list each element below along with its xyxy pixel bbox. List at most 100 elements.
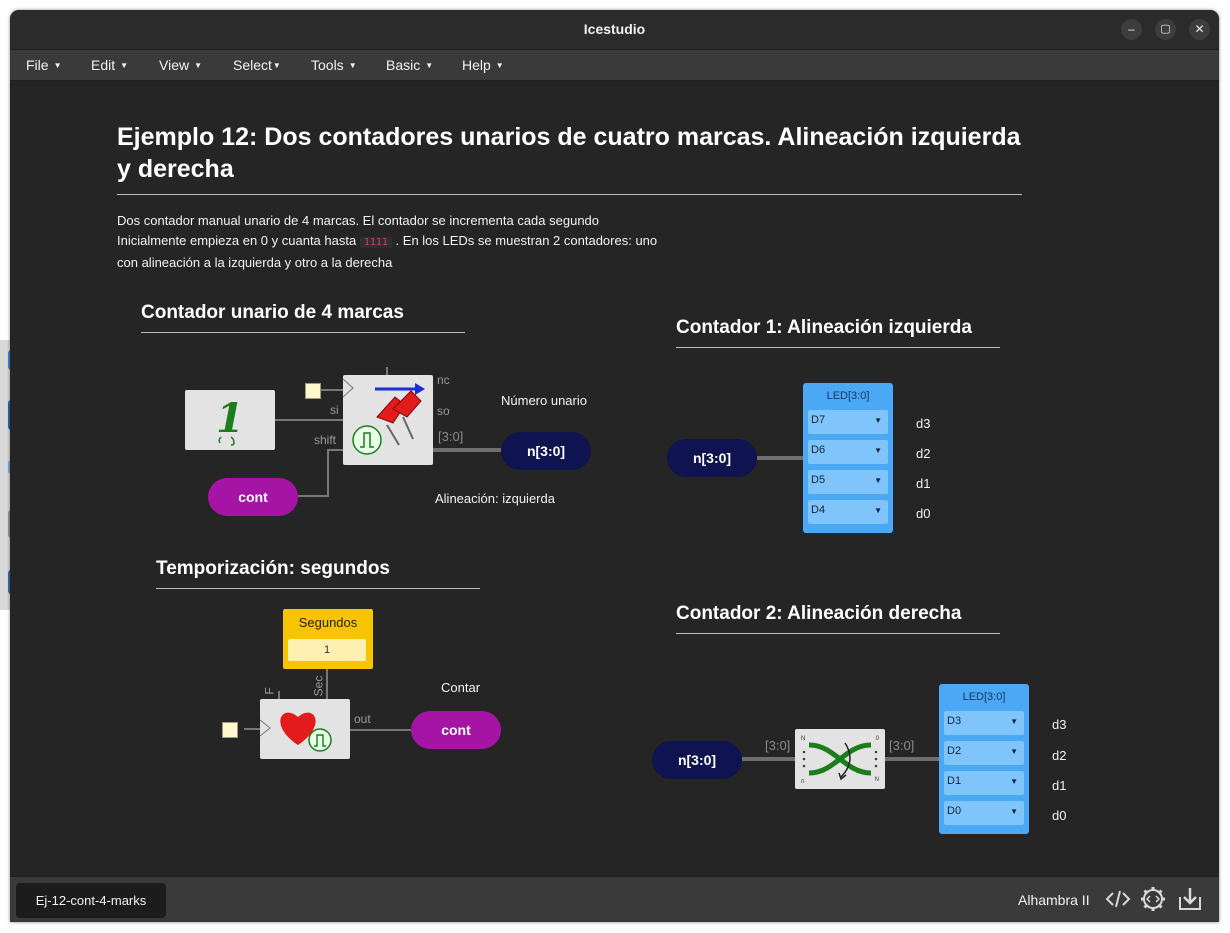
port-Sec: Sec bbox=[311, 675, 326, 697]
download-icon[interactable] bbox=[1176, 885, 1204, 913]
led-block-title: LED[3:0] bbox=[826, 390, 870, 402]
led-pin-value: D6 bbox=[811, 444, 826, 456]
menu-select-label: Select bbox=[233, 57, 272, 73]
close-button[interactable]: ✕ bbox=[1189, 19, 1210, 40]
led-pin-value: D7 bbox=[811, 414, 826, 426]
led-block-2[interactable]: LED[3:0] D3 ▼ D2 ▼ D1 ▼ D0 ▼ bbox=[939, 684, 1029, 834]
section-divider bbox=[141, 332, 465, 333]
led-block-1[interactable]: LED[3:0] D7 ▼ D6 ▼ D5 ▼ D4 ▼ bbox=[803, 383, 893, 533]
param-title: Segundos bbox=[298, 615, 358, 630]
menu-basic[interactable]: Basic ▼ bbox=[386, 57, 433, 73]
settings-code-icon[interactable] bbox=[1139, 885, 1167, 913]
chevron-down-icon: ▼ bbox=[874, 506, 882, 515]
chevron-down-icon: ▼ bbox=[1010, 807, 1018, 816]
bus-wire bbox=[885, 757, 939, 761]
menu-edit[interactable]: Edit ▼ bbox=[91, 57, 128, 73]
contar-label: Contar bbox=[441, 680, 481, 695]
led-signal-name: d1 bbox=[916, 476, 931, 491]
menu-select[interactable]: Select▼ bbox=[233, 57, 281, 73]
design-canvas[interactable]: Ejemplo 12: Dos contadores unarios de cu… bbox=[10, 81, 1219, 876]
alineacion-label: Alineación: izquierda bbox=[435, 491, 555, 506]
board-selector[interactable]: Alhambra II bbox=[1018, 892, 1090, 908]
caret-down-icon: ▼ bbox=[120, 61, 129, 70]
chevron-down-icon: ▼ bbox=[1010, 717, 1018, 726]
n-input-block-1[interactable]: n[3:0] bbox=[667, 439, 757, 477]
led-pin-select[interactable]: D6 ▼ bbox=[808, 440, 888, 464]
cont-output-block[interactable]: cont bbox=[411, 711, 501, 749]
section-divider bbox=[676, 633, 1000, 634]
description-code: 1111 bbox=[359, 237, 392, 248]
led-pin-select[interactable]: D0 ▼ bbox=[944, 801, 1024, 825]
heading-divider bbox=[117, 194, 1022, 195]
caret-down-icon: ▼ bbox=[495, 61, 504, 70]
chevron-down-icon: ▼ bbox=[874, 476, 882, 485]
menu-basic-label: Basic bbox=[386, 57, 421, 73]
bus-label: [3:0] bbox=[765, 738, 791, 753]
crossover-icon bbox=[802, 742, 878, 781]
caret-down-icon: ▼ bbox=[272, 61, 281, 70]
param-value-input[interactable]: 1 bbox=[288, 639, 366, 661]
wire bbox=[319, 389, 343, 391]
n-input-block-2[interactable]: n[3:0] bbox=[652, 741, 742, 779]
port-so: so bbox=[437, 404, 450, 418]
wire bbox=[275, 419, 343, 421]
constant-one-block[interactable]: 1 bbox=[185, 390, 275, 450]
led-pin-select[interactable]: D3 ▼ bbox=[944, 711, 1024, 735]
led-pin-select[interactable]: D2 ▼ bbox=[944, 741, 1024, 765]
led-pin-value: D2 bbox=[947, 745, 962, 757]
menu-tools[interactable]: Tools ▼ bbox=[311, 57, 357, 73]
menu-help[interactable]: Help ▼ bbox=[462, 57, 504, 73]
cont-input-block[interactable]: cont bbox=[208, 478, 298, 516]
port-F: F bbox=[262, 687, 277, 695]
section-title-counter: Contador unario de 4 marcas bbox=[141, 302, 404, 323]
maximize-button[interactable]: ▢ bbox=[1155, 19, 1176, 40]
timer-block[interactable] bbox=[259, 699, 350, 759]
n-output-block[interactable]: n[3:0] bbox=[501, 432, 591, 470]
description-line-3: con alineación a la izquierda y otro a l… bbox=[117, 255, 393, 270]
led-pin-select[interactable]: D1 ▼ bbox=[944, 771, 1024, 795]
menu-edit-label: Edit bbox=[91, 57, 116, 73]
seconds-param-block[interactable]: Segundos 1 bbox=[283, 609, 373, 669]
bus-label: [3:0] bbox=[889, 738, 915, 753]
led-signal-name: d3 bbox=[916, 416, 931, 431]
svg-text:1: 1 bbox=[216, 395, 244, 442]
shift-register-block[interactable] bbox=[342, 375, 433, 465]
menu-view[interactable]: View ▼ bbox=[159, 57, 202, 73]
chevron-down-icon: ▼ bbox=[1010, 747, 1018, 756]
minimize-button[interactable]: – bbox=[1121, 19, 1142, 40]
led-block-title: LED[3:0] bbox=[962, 691, 1006, 703]
led-pin-select[interactable]: D5 ▼ bbox=[808, 470, 888, 494]
led-pin-select[interactable]: D4 ▼ bbox=[808, 500, 888, 524]
section-divider bbox=[156, 588, 480, 589]
port-shift: shift bbox=[314, 433, 337, 447]
section-divider bbox=[676, 347, 1000, 348]
wire bbox=[326, 669, 328, 699]
bus-wire bbox=[433, 448, 501, 452]
led-signal-name: d3 bbox=[1052, 717, 1067, 732]
menu-file[interactable]: File ▼ bbox=[26, 57, 61, 73]
port-out: out bbox=[354, 712, 371, 726]
code-icon[interactable] bbox=[1104, 885, 1132, 913]
chevron-down-icon: ▼ bbox=[874, 416, 882, 425]
caret-down-icon: ▼ bbox=[425, 61, 434, 70]
led-pin-value: D0 bbox=[947, 805, 962, 817]
description-line-2: Inicialmente empieza en 0 y cuanta hasta… bbox=[117, 231, 657, 253]
port-nc: nc bbox=[437, 373, 450, 387]
window-title: Icestudio bbox=[583, 21, 646, 37]
reverse-label-zero-top: 0 bbox=[875, 736, 879, 742]
caret-down-icon: ▼ bbox=[53, 61, 62, 70]
one-glyph-icon: 1 bbox=[216, 395, 244, 446]
bus-wire bbox=[742, 757, 795, 761]
file-tab[interactable]: Ej-12-cont-4-marks bbox=[16, 883, 166, 918]
port-si: si bbox=[330, 403, 339, 417]
reverse-label-n-bottom: N bbox=[874, 777, 879, 783]
led-pin-value: D5 bbox=[811, 474, 826, 486]
chevron-down-icon: ▼ bbox=[874, 446, 882, 455]
led-pin-select[interactable]: D7 ▼ bbox=[808, 410, 888, 434]
section-title-timing: Temporización: segundos bbox=[156, 558, 391, 579]
reverse-label-n-top: N bbox=[801, 736, 806, 742]
clock-input[interactable] bbox=[222, 722, 238, 738]
reverse-bits-block[interactable]: N 0 0 N bbox=[795, 729, 885, 789]
constant-input[interactable] bbox=[305, 383, 321, 399]
wire bbox=[350, 729, 411, 731]
